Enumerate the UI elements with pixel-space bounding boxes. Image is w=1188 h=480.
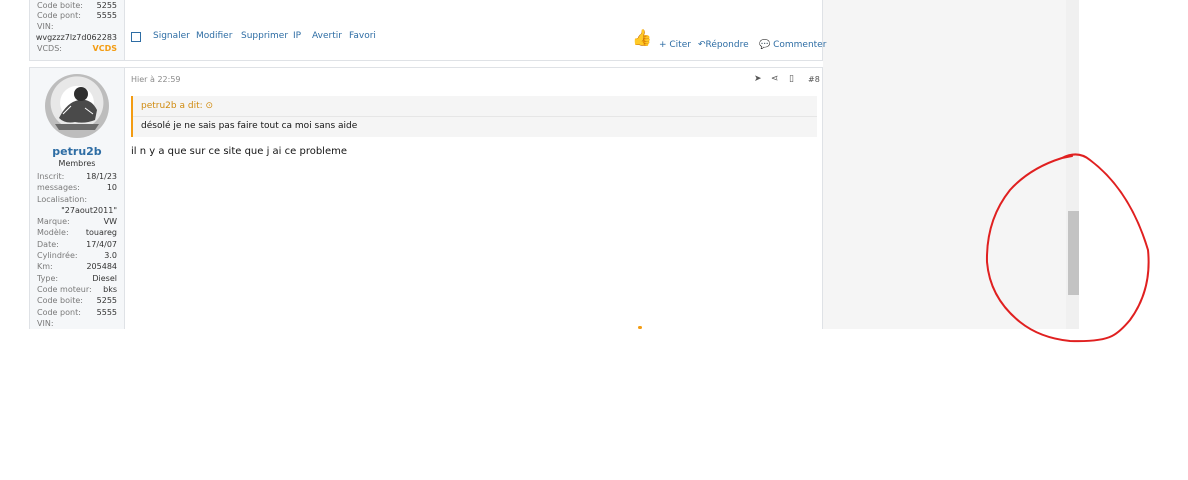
userinfo-row: Code boite: 5255 [37, 296, 117, 305]
quote-arrow-icon: ⊙ [205, 101, 214, 111]
avatar-illustration-icon [55, 87, 99, 130]
like-thumb-icon-partial [638, 326, 642, 329]
forum-viewport: Code boite: 5255 Code pont: 5555 VIN: wvgz… [0, 0, 1079, 329]
delete-link[interactable]: Supprimer [241, 31, 288, 41]
userinfo-row: Type: Diesel [37, 274, 117, 283]
user-info-panel: petru2b Membres Inscrit: 18/1/23 messages… [30, 68, 125, 329]
quote-block: petru2b a dit: ⊙ désolé je ne sais pas f… [131, 96, 817, 137]
quote-author-link[interactable]: petru2b a dit: ⊙ [141, 101, 213, 111]
post-body-text: il n y a que sur ce site que j ai ce pro… [131, 146, 347, 157]
red-circle-annotation [985, 153, 1150, 343]
warn-link[interactable]: Avertir [312, 31, 342, 41]
edit-link[interactable]: Modifier [196, 31, 232, 41]
userinfo-row: Code pont: 5555 [37, 11, 117, 20]
bookmark-icon[interactable]: ▯ [789, 74, 794, 84]
quote-divider [133, 116, 817, 117]
forum-post: petru2b Membres Inscrit: 18/1/23 messages… [29, 67, 823, 329]
comment-button[interactable]: 💬 Commenter [759, 40, 826, 50]
userinfo-row: Inscrit: 18/1/23 [37, 172, 117, 181]
select-post-checkbox[interactable] [131, 32, 141, 42]
userinfo-row: Code boite: 5255 [37, 1, 117, 10]
reply-icon: ↶ [698, 40, 706, 50]
userinfo-row: Code pont: 5555 [37, 308, 117, 317]
share-icon[interactable]: ⋖ [771, 74, 779, 84]
like-thumb-icon[interactable]: 👍 [632, 28, 652, 47]
post-date-link[interactable]: Hier à 22:59 [131, 75, 181, 84]
username-link[interactable]: petru2b [30, 145, 124, 158]
userinfo-row: Localisation: [37, 195, 88, 204]
userinfo-row: VIN: [37, 319, 54, 328]
userinfo-row-vcds: VCDS: VCDS [37, 44, 117, 53]
report-link[interactable]: Signaler [153, 31, 190, 41]
quote-text: désolé je ne sais pas faire tout ca moi … [141, 121, 358, 131]
post-number-link[interactable]: #8 [808, 75, 820, 84]
userinfo-row: Km: 205484 [37, 262, 117, 271]
user-role: Membres [58, 159, 96, 168]
share-send-icon[interactable]: ➤ [754, 74, 762, 84]
user-avatar[interactable] [45, 74, 109, 138]
userinfo-row: Modèle: touareg [37, 228, 117, 237]
reply-button[interactable]: ↶Répondre [698, 40, 749, 50]
user-info-panel: Code boite: 5255 Code pont: 5555 VIN: wvgz… [30, 0, 125, 60]
forum-post-previous: Code boite: 5255 Code pont: 5555 VIN: wvgz… [29, 0, 826, 61]
bookmark-link[interactable]: Favori [349, 31, 376, 41]
userinfo-row: Marque: VW [37, 217, 117, 226]
comment-icon: 💬 [759, 40, 774, 50]
userinfo-row: Cylindrée: 3.0 [37, 251, 117, 260]
quote-button[interactable]: + Citer [659, 40, 691, 50]
userinfo-row: messages: 10 [37, 183, 117, 192]
userinfo-row: Date: 17/4/07 [37, 240, 117, 249]
userinfo-row: VIN: [37, 22, 54, 31]
ip-link[interactable]: IP [293, 31, 301, 41]
userinfo-row: Code moteur: bks [37, 285, 117, 294]
